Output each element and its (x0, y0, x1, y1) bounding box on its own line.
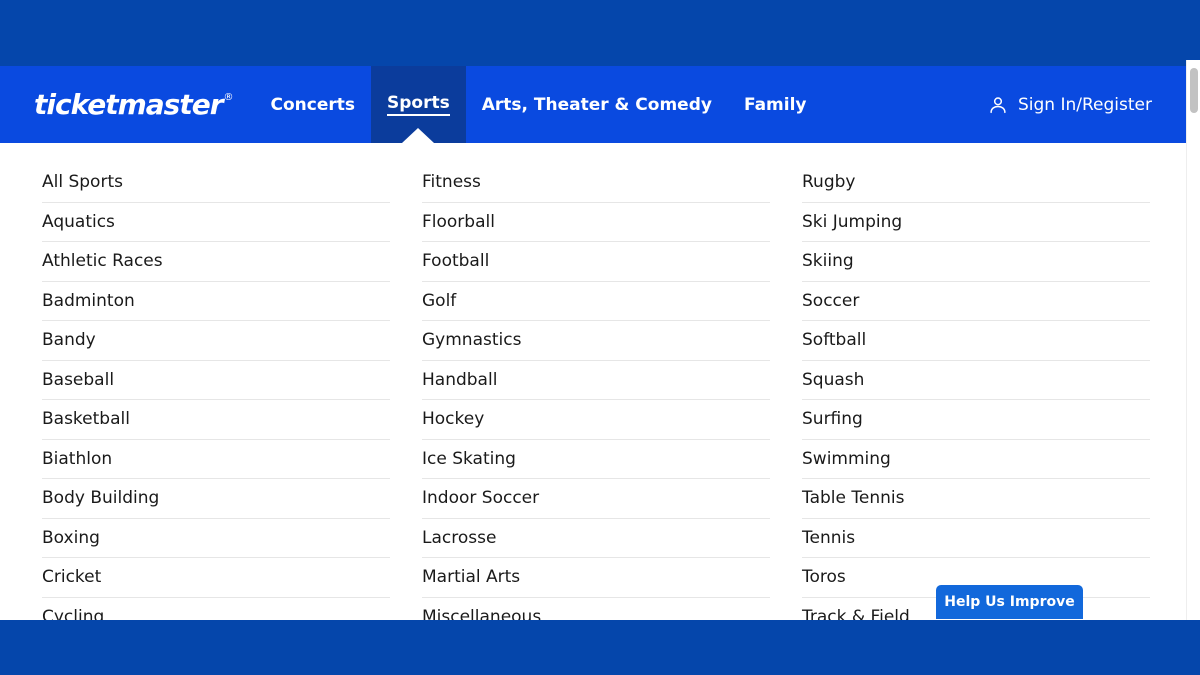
help-us-improve-button[interactable]: Help Us Improve (936, 585, 1083, 619)
sport-list-item-label: Bandy (42, 330, 96, 350)
sport-list-item[interactable]: Fitness (422, 163, 770, 203)
sport-list-item[interactable]: Lacrosse (422, 519, 770, 559)
nav-item-sports[interactable]: Sports (371, 66, 466, 143)
sport-list-item-label: All Sports (42, 172, 123, 192)
sport-list-item-label: Surfing (802, 409, 863, 429)
sport-list-item[interactable]: Cricket (42, 558, 390, 598)
sports-column-1: All Sports Aquatics Athletic Races Badminto… (42, 163, 390, 620)
sport-list-item[interactable]: Miscellaneous (422, 598, 770, 621)
sport-list-item[interactable]: Softball (802, 321, 1150, 361)
sports-column-2: Fitness Floorball Football Golf Gymnastics Ha… (422, 163, 770, 620)
sport-list-item-label: Soccer (802, 291, 859, 311)
sport-list-item[interactable]: Squash (802, 361, 1150, 401)
nav-item-arts-theater-comedy[interactable]: Arts, Theater & Comedy (466, 66, 728, 143)
sport-list-item[interactable]: Boxing (42, 519, 390, 559)
sport-list-item-label: Football (422, 251, 489, 271)
sport-list-item-label: Ski Jumping (802, 212, 902, 232)
sport-list-item[interactable]: Soccer (802, 282, 1150, 322)
top-banner-strip (0, 0, 1200, 66)
sport-list-item-label: Biathlon (42, 449, 112, 469)
sign-in-register-button[interactable]: Sign In/Register (987, 94, 1152, 116)
sport-list-item-label: Baseball (42, 370, 114, 390)
sport-list-item-label: Ice Skating (422, 449, 516, 469)
sport-list-item[interactable]: Basketball (42, 400, 390, 440)
sport-list-item[interactable]: Bandy (42, 321, 390, 361)
sport-list-item-label: Softball (802, 330, 866, 350)
sport-list-item[interactable]: Table Tennis (802, 479, 1150, 519)
sport-list-item[interactable]: Indoor Soccer (422, 479, 770, 519)
sport-list-item[interactable]: Skiing (802, 242, 1150, 282)
help-us-improve-label: Help Us Improve (944, 594, 1074, 610)
sports-dropdown-panel: All Sports Aquatics Athletic Races Badminto… (0, 143, 1190, 620)
sport-list-item[interactable]: Biathlon (42, 440, 390, 480)
active-tab-caret-icon (402, 128, 434, 143)
sport-list-item-label: Badminton (42, 291, 135, 311)
sport-list-item[interactable]: Tennis (802, 519, 1150, 559)
sport-list-item[interactable]: All Sports (42, 163, 390, 203)
sport-list-item[interactable]: Body Building (42, 479, 390, 519)
registered-trademark-icon: ® (224, 93, 233, 103)
sport-list-item-label: Aquatics (42, 212, 115, 232)
bottom-banner-strip (0, 620, 1200, 675)
sport-list-item-label: Boxing (42, 528, 100, 548)
sport-list-item[interactable]: Surfing (802, 400, 1150, 440)
sport-list-item[interactable]: Golf (422, 282, 770, 322)
sport-list-item-label: Golf (422, 291, 456, 311)
nav-item-label: Concerts (271, 95, 356, 115)
sport-list-item[interactable]: Baseball (42, 361, 390, 401)
nav-item-label: Sports (387, 93, 450, 116)
sport-list-item-label: Squash (802, 370, 864, 390)
sports-column-3: Rugby Ski Jumping Skiing Soccer Softball Squa… (802, 163, 1150, 620)
page-root: ticketmaster® Concerts Sports Arts, Thea… (0, 0, 1200, 675)
sport-list-item[interactable]: Martial Arts (422, 558, 770, 598)
sport-list-item[interactable]: Hockey (422, 400, 770, 440)
sport-list-item-label: Cricket (42, 567, 101, 587)
scrollbar-thumb[interactable] (1190, 68, 1198, 113)
nav-item-label: Family (744, 95, 807, 115)
sport-list-item[interactable]: Ice Skating (422, 440, 770, 480)
sport-list-item-label: Handball (422, 370, 497, 390)
sport-list-item[interactable]: Cycling (42, 598, 390, 621)
sport-list-item-label: Table Tennis (802, 488, 904, 508)
sport-list-item[interactable]: Football (422, 242, 770, 282)
sign-in-label: Sign In/Register (1018, 95, 1152, 115)
sport-list-item-label: Athletic Races (42, 251, 163, 271)
ticketmaster-logo[interactable]: ticketmaster® (34, 91, 233, 119)
sport-list-item[interactable]: Handball (422, 361, 770, 401)
nav-items: Concerts Sports Arts, Theater & Comedy F… (255, 66, 823, 143)
sport-list-item-label: Lacrosse (422, 528, 496, 548)
user-icon (987, 94, 1009, 116)
main-navbar: ticketmaster® Concerts Sports Arts, Thea… (0, 66, 1190, 143)
sport-list-item[interactable]: Badminton (42, 282, 390, 322)
nav-item-concerts[interactable]: Concerts (255, 66, 372, 143)
sport-list-item[interactable]: Gymnastics (422, 321, 770, 361)
sport-list-item-label: Cycling (42, 607, 104, 620)
sport-list-item-label: Toros (802, 567, 846, 587)
sport-list-item-label: Martial Arts (422, 567, 520, 587)
sport-list-item[interactable]: Rugby (802, 163, 1150, 203)
sport-list-item-label: Gymnastics (422, 330, 521, 350)
sport-list-item-label: Hockey (422, 409, 484, 429)
sport-list-item-label: Miscellaneous (422, 607, 541, 620)
sport-list-item[interactable]: Swimming (802, 440, 1150, 480)
sport-list-item-label: Body Building (42, 488, 159, 508)
sport-list-item-label: Indoor Soccer (422, 488, 539, 508)
sport-list-item-label: Skiing (802, 251, 854, 271)
page-scrollbar[interactable] (1186, 60, 1200, 620)
sport-list-item-label: Track & Field (802, 607, 910, 620)
sport-list-item[interactable]: Aquatics (42, 203, 390, 243)
sport-list-item-label: Basketball (42, 409, 130, 429)
sports-columns: All Sports Aquatics Athletic Races Badminto… (0, 143, 1190, 620)
sport-list-item[interactable]: Floorball (422, 203, 770, 243)
sport-list-item-label: Rugby (802, 172, 855, 192)
brand-wordmark: ticketmaster (34, 91, 223, 119)
sport-list-item-label: Fitness (422, 172, 481, 192)
sport-list-item-label: Swimming (802, 449, 891, 469)
nav-item-family[interactable]: Family (728, 66, 823, 143)
sport-list-item[interactable]: Athletic Races (42, 242, 390, 282)
sport-list-item[interactable]: Ski Jumping (802, 203, 1150, 243)
nav-item-label: Arts, Theater & Comedy (482, 95, 712, 115)
sport-list-item-label: Floorball (422, 212, 495, 232)
sport-list-item-label: Tennis (802, 528, 855, 548)
